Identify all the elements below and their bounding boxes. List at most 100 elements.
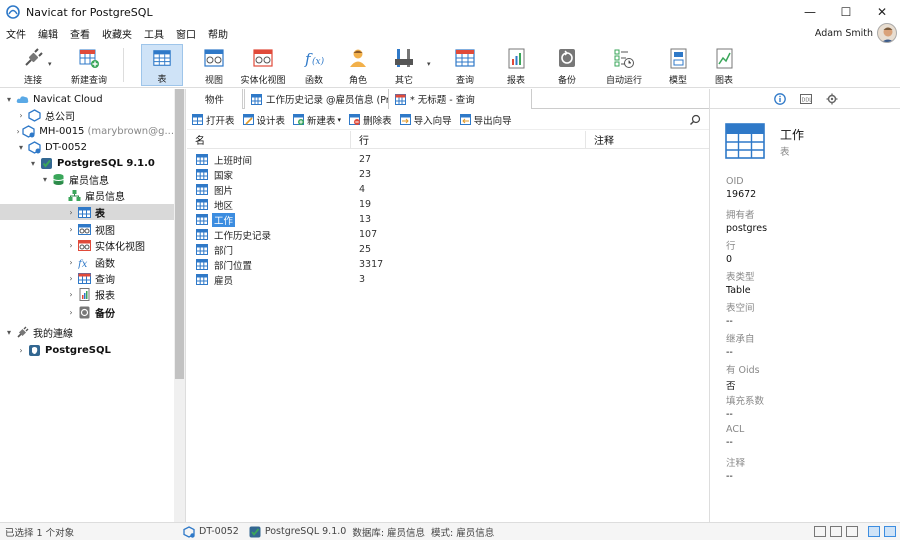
nav-item-reports[interactable]: › 报表 bbox=[0, 286, 174, 302]
others-dropdown-icon[interactable]: ▾ bbox=[427, 60, 431, 68]
close-button[interactable]: ✕ bbox=[864, 0, 900, 24]
search-icon[interactable] bbox=[689, 114, 701, 126]
nav-item-schema[interactable]: 雇员信息 bbox=[0, 187, 174, 203]
tab-work-history[interactable]: 工作历史记录 @雇员信息 (Pr... bbox=[244, 89, 389, 109]
nav-item-tables[interactable]: › 表 bbox=[0, 204, 174, 220]
expand-arrow-icon[interactable]: ▾ bbox=[16, 143, 26, 152]
table-row[interactable]: 部门25 bbox=[187, 242, 709, 257]
nav-item-database[interactable]: ▾ 雇员信息 bbox=[0, 171, 174, 187]
table-row[interactable]: 工作历史记录107 bbox=[187, 227, 709, 242]
expand-arrow-icon[interactable]: › bbox=[66, 308, 76, 317]
delete-table-icon bbox=[349, 114, 360, 125]
menu-help[interactable]: 帮助 bbox=[202, 26, 234, 41]
nav-item-functions[interactable]: › fx 函数 bbox=[0, 254, 174, 270]
nav-item-navicat-cloud[interactable]: ▾ Navicat Cloud bbox=[0, 91, 174, 107]
delete-table-button[interactable]: 删除表 bbox=[349, 113, 392, 127]
expand-arrow-icon[interactable]: › bbox=[66, 274, 76, 283]
materialized-view-button[interactable]: 实体化视图 bbox=[240, 44, 286, 86]
menu-file[interactable]: 文件 bbox=[0, 26, 32, 41]
nav-item-head-office[interactable]: › 总公司 bbox=[0, 107, 174, 123]
nav-item-queries[interactable]: › 查询 bbox=[0, 270, 174, 286]
tab-objects[interactable]: 物件 bbox=[187, 89, 243, 109]
minimize-button[interactable]: — bbox=[792, 0, 828, 24]
query-icon bbox=[454, 47, 476, 69]
expand-arrow-icon[interactable]: ▾ bbox=[40, 175, 50, 184]
connect-dropdown-icon[interactable]: ▾ bbox=[48, 60, 52, 68]
design-table-button[interactable]: 设计表 bbox=[243, 113, 286, 127]
nav-item-backups[interactable]: › 备份 bbox=[0, 304, 174, 320]
toggle-nav-pane-icon[interactable] bbox=[868, 526, 880, 537]
nav-item-views[interactable]: › 视图 bbox=[0, 221, 174, 237]
menu-tools[interactable]: 工具 bbox=[138, 26, 170, 41]
nav-item-postgresql[interactable]: › PostgreSQL bbox=[0, 342, 174, 358]
column-header-rows[interactable]: 行 bbox=[351, 131, 586, 149]
main-toolbar: 连接 ▾ 新建查询 表 视图 bbox=[0, 42, 900, 88]
table-name: 部门 bbox=[212, 243, 235, 257]
avatar[interactable] bbox=[877, 23, 897, 43]
nav-scrollbar[interactable] bbox=[174, 89, 185, 522]
table-row[interactable]: 地区19 bbox=[187, 197, 709, 212]
tab-bar: 物件 工作历史记录 @雇员信息 (Pr... * 无标题 - 查询 bbox=[187, 89, 709, 109]
import-wizard-button[interactable]: 导入向导 bbox=[400, 113, 452, 127]
nav-item-postgresql-910[interactable]: ▾ PostgreSQL 9.1.0 bbox=[0, 155, 174, 171]
function-button[interactable]: f (x) 函数 bbox=[296, 44, 332, 86]
expand-arrow-icon[interactable]: › bbox=[66, 208, 76, 217]
expand-arrow-icon[interactable]: › bbox=[16, 127, 20, 136]
expand-arrow-icon[interactable]: ▾ bbox=[28, 159, 38, 168]
nav-item-mh-0015[interactable]: › MH-0015 (marybrown@g... bbox=[0, 123, 174, 139]
table-row[interactable]: 上班时间27 bbox=[187, 152, 709, 167]
tab-untitled-query[interactable]: * 无标题 - 查询 bbox=[389, 89, 532, 109]
menu-favorites[interactable]: 收藏夹 bbox=[96, 26, 138, 41]
menu-edit[interactable]: 编辑 bbox=[32, 26, 64, 41]
table-row[interactable]: 雇员3 bbox=[187, 272, 709, 287]
list-view-icon[interactable] bbox=[814, 526, 826, 537]
expand-arrow-icon[interactable]: › bbox=[66, 241, 76, 250]
info-field: 填充系数-- bbox=[726, 393, 764, 420]
query-button[interactable]: 查询 bbox=[446, 44, 484, 86]
table-row[interactable]: 国家23 bbox=[187, 167, 709, 182]
nav-scrollbar-thumb[interactable] bbox=[175, 89, 184, 379]
table-icon bbox=[196, 274, 208, 285]
expand-arrow-icon[interactable]: ▾ bbox=[4, 95, 14, 104]
query-label: 查询 bbox=[456, 73, 474, 86]
expand-arrow-icon[interactable]: › bbox=[66, 290, 76, 299]
info-icon[interactable] bbox=[774, 93, 786, 105]
others-button[interactable]: 其它 bbox=[386, 44, 422, 86]
table-row[interactable]: 部门位置3317 bbox=[187, 257, 709, 272]
toggle-info-pane-icon[interactable] bbox=[884, 526, 896, 537]
role-button[interactable]: 角色 bbox=[340, 44, 376, 86]
ddl-icon[interactable]: DDL bbox=[800, 93, 812, 105]
new-query-button[interactable]: 新建查询 bbox=[66, 44, 112, 86]
detail-view-icon[interactable] bbox=[830, 526, 842, 537]
user-account[interactable]: Adam Smith bbox=[815, 22, 900, 44]
table-button[interactable]: 表 bbox=[141, 44, 183, 86]
table-row[interactable]: 图片4 bbox=[187, 182, 709, 197]
model-button[interactable]: 模型 bbox=[660, 44, 696, 86]
design-table-icon bbox=[243, 114, 254, 125]
export-wizard-button[interactable]: 导出向导 bbox=[460, 113, 512, 127]
expand-arrow-icon[interactable]: › bbox=[16, 111, 26, 120]
chart-button[interactable]: 图表 bbox=[706, 44, 742, 86]
nav-item-my-connections[interactable]: ▾ 我的連線 bbox=[0, 324, 174, 340]
new-table-button[interactable]: 新建表 ▾ bbox=[293, 113, 341, 127]
settings-icon[interactable] bbox=[826, 93, 838, 105]
expand-arrow-icon[interactable]: ▾ bbox=[4, 328, 14, 337]
backup-button[interactable]: 备份 bbox=[549, 44, 585, 86]
view-button[interactable]: 视图 bbox=[195, 44, 233, 86]
nav-item-materialized-views[interactable]: › 实体化视图 bbox=[0, 237, 174, 253]
expand-arrow-icon[interactable]: › bbox=[66, 225, 76, 234]
maximize-button[interactable]: ☐ bbox=[828, 0, 864, 24]
menu-view[interactable]: 查看 bbox=[64, 26, 96, 41]
table-row[interactable]: 工作13 bbox=[187, 212, 709, 227]
er-view-icon[interactable] bbox=[846, 526, 858, 537]
column-header-comment[interactable]: 注释 bbox=[586, 131, 706, 149]
column-header-name[interactable]: 名 bbox=[187, 131, 351, 149]
new-table-dropdown-icon[interactable]: ▾ bbox=[338, 116, 342, 124]
open-table-button[interactable]: 打开表 bbox=[192, 113, 235, 127]
automation-button[interactable]: 自动运行 bbox=[604, 44, 644, 86]
expand-arrow-icon[interactable]: › bbox=[16, 346, 26, 355]
expand-arrow-icon[interactable]: › bbox=[66, 258, 76, 267]
menu-window[interactable]: 窗口 bbox=[170, 26, 202, 41]
report-button[interactable]: 报表 bbox=[498, 44, 534, 86]
nav-item-dt-0052[interactable]: ▾ DT-0052 bbox=[0, 139, 174, 155]
